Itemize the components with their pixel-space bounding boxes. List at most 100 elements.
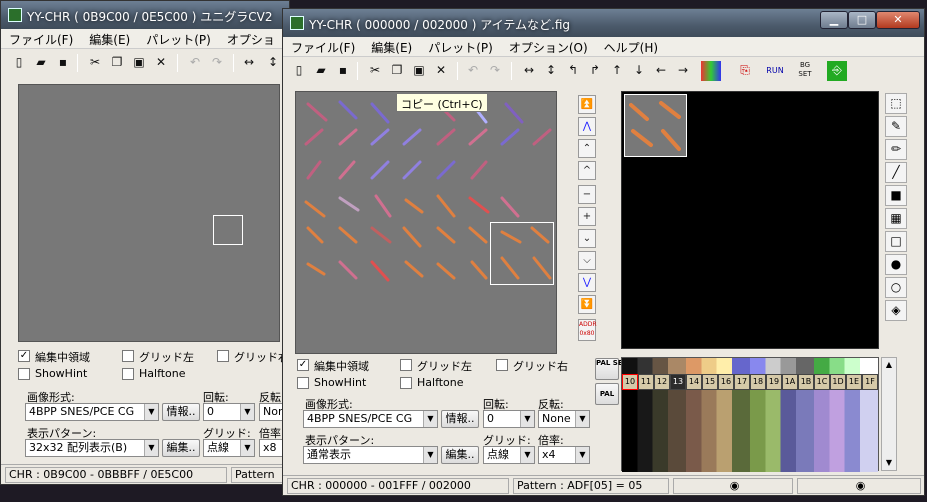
pen-tool-icon[interactable]: ✎ <box>885 116 907 137</box>
back-grid-select[interactable]: 点線 ▼ <box>203 439 255 457</box>
copy-icon[interactable]: ❐ <box>107 53 127 73</box>
import-icon[interactable]: ⎘ <box>735 61 755 81</box>
scroll-up-icon[interactable]: ▲ <box>882 358 896 372</box>
zoom-select[interactable]: x4 ▼ <box>538 446 590 464</box>
info-button[interactable]: 情報.. <box>441 410 479 428</box>
rect-fill-tool-icon[interactable]: ■ <box>885 185 907 206</box>
plus-icon[interactable]: + <box>578 207 596 226</box>
new-icon[interactable]: ▯ <box>9 53 29 73</box>
ellipse-fill-tool-icon[interactable]: ● <box>885 254 907 275</box>
menu-edit[interactable]: 編集(E) <box>363 37 420 56</box>
back-grid-left-checkbox[interactable] <box>122 350 134 362</box>
edit-area-checkbox[interactable]: ✓ <box>297 359 309 371</box>
palette-cell[interactable]: 13 <box>670 374 686 390</box>
address-button[interactable]: ADDR 0x80 <box>578 319 597 341</box>
back-halftone-checkbox[interactable] <box>122 368 134 380</box>
back-format-select[interactable]: 4BPP SNES/PCE CG ▼ <box>25 403 159 421</box>
back-window-titlebar[interactable]: YY-CHR ( 0B9C00 / 0E5C00 ) ユニグラCV2 <box>1 1 289 29</box>
menu-palette[interactable]: パレット(P) <box>138 29 219 48</box>
ellipse-tool-icon[interactable]: ○ <box>885 277 907 298</box>
fill-tool-icon[interactable]: ◈ <box>885 300 907 321</box>
page-down-icon[interactable]: ⋁ <box>578 273 596 292</box>
close-button[interactable]: ✕ <box>876 11 920 29</box>
menu-help[interactable]: ヘルプ(H) <box>596 37 666 56</box>
copy-icon[interactable]: ❐ <box>387 61 407 81</box>
palette-cell[interactable]: 18 <box>750 374 766 390</box>
open-icon[interactable]: ▰ <box>31 53 51 73</box>
palette-cell[interactable]: 1A <box>782 374 798 390</box>
pattern-select[interactable]: 通常表示 ▼ <box>303 446 438 464</box>
grid-right-checkbox[interactable] <box>496 359 508 371</box>
delete-icon[interactable]: ✕ <box>151 53 171 73</box>
menu-edit[interactable]: 編集(E) <box>81 29 138 48</box>
palette-cell[interactable]: 12 <box>654 374 670 390</box>
shift-down-icon[interactable]: ↓ <box>629 61 649 81</box>
back-window[interactable]: YY-CHR ( 0B9C00 / 0E5C00 ) ユニグラCV2 ファイル(… <box>0 0 290 485</box>
palette-row-1[interactable]: 10 11 12 13 14 15 16 17 18 19 1A 1B 1C 1D 1E 1F <box>622 374 878 390</box>
menu-file[interactable]: ファイル(F) <box>283 37 363 56</box>
flip-v-icon[interactable]: ↕ <box>263 53 283 73</box>
undo-icon[interactable]: ↶ <box>185 53 205 73</box>
palette-grid[interactable]: 10 11 12 13 14 15 16 17 18 19 1A 1B 1C 1D 1E 1F <box>621 357 879 472</box>
edit-button[interactable]: 編集.. <box>441 446 479 464</box>
back-edit-button[interactable]: 編集.. <box>162 439 200 457</box>
back-grid-right-checkbox[interactable] <box>217 350 229 362</box>
back-pattern-select[interactable]: 32x32 配列表示(B) ▼ <box>25 439 159 457</box>
palette-row-0[interactable] <box>622 358 878 374</box>
palette-scrollbar[interactable]: ▲ ▼ <box>881 357 897 471</box>
bookmark-icon[interactable]: ⎆ <box>827 61 847 81</box>
shift-left-icon[interactable]: ← <box>651 61 671 81</box>
back-rotate-select[interactable]: 0 ▼ <box>203 403 255 421</box>
cut-icon[interactable]: ✂ <box>365 61 385 81</box>
palette-cell[interactable]: 16 <box>718 374 734 390</box>
back-sprite-view[interactable] <box>18 84 280 342</box>
palette-cell[interactable]: 1C <box>814 374 830 390</box>
palette-cell[interactable]: 19 <box>766 374 782 390</box>
open-icon[interactable]: ▰ <box>311 61 331 81</box>
scroll-bottom-icon[interactable]: ⏬ <box>578 295 596 314</box>
halftone-checkbox[interactable] <box>400 377 412 389</box>
save-icon[interactable]: ▪ <box>333 61 353 81</box>
row-down-icon[interactable]: ⌵ <box>578 251 596 270</box>
maximize-button[interactable]: □ <box>848 11 876 29</box>
flip-h-icon[interactable]: ↔ <box>519 61 539 81</box>
scroll-down-icon[interactable]: ▼ <box>882 456 896 470</box>
back-edit-area-checkbox[interactable]: ✓ <box>18 350 30 362</box>
minus-icon[interactable]: − <box>578 185 596 204</box>
rotate-select[interactable]: 0 ▼ <box>483 410 535 428</box>
grid-left-checkbox[interactable] <box>400 359 412 371</box>
shift-right-icon[interactable]: → <box>673 61 693 81</box>
palette-cell[interactable]: 1E <box>846 374 862 390</box>
menu-file[interactable]: ファイル(F) <box>1 29 81 48</box>
rotate-right-icon[interactable]: ↱ <box>585 61 605 81</box>
menu-option[interactable]: オプション(O) <box>501 37 596 56</box>
line-down-icon[interactable]: ⌄ <box>578 229 596 248</box>
palette-cell[interactable]: 1F <box>862 374 878 390</box>
showhint-checkbox[interactable] <box>297 377 309 389</box>
menu-option[interactable]: オプショ <box>219 29 283 48</box>
back-info-button[interactable]: 情報.. <box>162 403 200 421</box>
palette-cell[interactable]: 1D <box>830 374 846 390</box>
flip-h-icon[interactable]: ↔ <box>239 53 259 73</box>
pencil-tool-icon[interactable]: ✏ <box>885 139 907 160</box>
palette-cell[interactable]: 11 <box>638 374 654 390</box>
palette-cell[interactable]: 14 <box>686 374 702 390</box>
palette-cell[interactable]: 15 <box>702 374 718 390</box>
line-tool-icon[interactable]: ╱ <box>885 162 907 183</box>
run-icon[interactable]: RUN <box>765 61 785 81</box>
palette-rows-lower[interactable] <box>622 390 878 472</box>
minimize-button[interactable]: ▁ <box>820 11 848 29</box>
back-showhint-checkbox[interactable] <box>18 368 30 380</box>
line-up-icon[interactable]: ^ <box>578 161 596 180</box>
redo-icon[interactable]: ↷ <box>207 53 227 73</box>
main-window[interactable]: YY-CHR ( 000000 / 002000 ) アイテムなど.fig ▁ … <box>282 8 925 496</box>
redo-icon[interactable]: ↷ <box>485 61 505 81</box>
palette-icon[interactable] <box>701 61 721 81</box>
palette-cell[interactable]: 1B <box>798 374 814 390</box>
select-tool-icon[interactable]: ⬚ <box>885 93 907 114</box>
edit-canvas[interactable] <box>621 91 879 349</box>
save-icon[interactable]: ▪ <box>53 53 73 73</box>
new-icon[interactable]: ▯ <box>289 61 309 81</box>
pattern-tool-icon[interactable]: ▦ <box>885 208 907 229</box>
format-select[interactable]: 4BPP SNES/PCE CG ▼ <box>303 410 438 428</box>
